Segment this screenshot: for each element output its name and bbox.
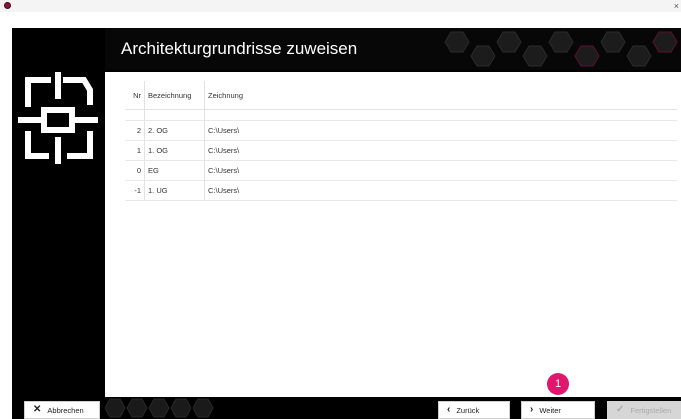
hexagon-pattern-icon	[444, 31, 678, 67]
table-row[interactable]: -1 1. UG C:\Users\	[125, 180, 677, 201]
cell-bezeichnung: EG	[144, 160, 205, 181]
wizard-content: Nr Bezeichnung Zeichnung 2 2. OG C:\User…	[105, 72, 681, 397]
wizard-title: Architekturgrundrisse zuweisen	[121, 39, 358, 58]
chevron-right-icon: ›	[530, 404, 534, 415]
back-button[interactable]: ‹ Zurück	[438, 401, 510, 419]
cell-nr: 0	[125, 160, 145, 181]
cell-bezeichnung: 1. UG	[144, 180, 205, 201]
column-header-zeichnung[interactable]: Zeichnung	[204, 81, 677, 110]
floorplan-logo-icon	[18, 72, 98, 164]
floor-table: Nr Bezeichnung Zeichnung 2 2. OG C:\User…	[125, 81, 677, 201]
cancel-button[interactable]: ✕ Abbrechen	[24, 401, 100, 419]
cell-zeichnung[interactable]: C:\Users\	[204, 180, 677, 201]
next-button[interactable]: › Weiter	[521, 401, 595, 419]
column-header-bezeichnung[interactable]: Bezeichnung	[144, 81, 205, 110]
cell-bezeichnung: 2. OG	[144, 120, 205, 141]
app-icon	[4, 2, 11, 9]
cell-nr: -1	[125, 180, 145, 201]
close-icon: ✕	[33, 404, 42, 415]
check-icon: ✓	[616, 404, 625, 415]
window-titlebar: ×	[0, 0, 681, 12]
cell-bezeichnung: 1. OG	[144, 140, 205, 161]
wizard-header: Architekturgrundrisse zuweisen	[105, 28, 681, 70]
footer-hexagon-pattern-icon	[104, 398, 214, 418]
finish-button[interactable]: ✓ Fertigstellen	[607, 401, 681, 419]
chevron-left-icon: ‹	[447, 404, 451, 415]
column-header-nr[interactable]: Nr	[125, 81, 145, 110]
next-button-label: Weiter	[539, 405, 561, 415]
cancel-button-label: Abbrechen	[47, 405, 84, 415]
table-row[interactable]: 0 EG C:\Users\	[125, 160, 677, 181]
table-row[interactable]: 1 1. OG C:\Users\	[125, 140, 677, 161]
back-button-label: Zurück	[456, 405, 480, 415]
cell-zeichnung[interactable]: C:\Users\	[204, 160, 677, 181]
cell-nr: 2	[125, 120, 145, 141]
cell-zeichnung[interactable]: C:\Users\	[204, 140, 677, 161]
table-spacer-row	[125, 109, 677, 121]
step-marker-badge: 1	[547, 373, 569, 395]
window-close-button[interactable]: ×	[674, 0, 679, 12]
finish-button-label: Fertigstellen	[630, 405, 672, 415]
table-header-row: Nr Bezeichnung Zeichnung	[125, 81, 677, 110]
cell-nr: 1	[125, 140, 145, 161]
cell-zeichnung[interactable]: C:\Users\	[204, 120, 677, 141]
table-row[interactable]: 2 2. OG C:\Users\	[125, 120, 677, 141]
